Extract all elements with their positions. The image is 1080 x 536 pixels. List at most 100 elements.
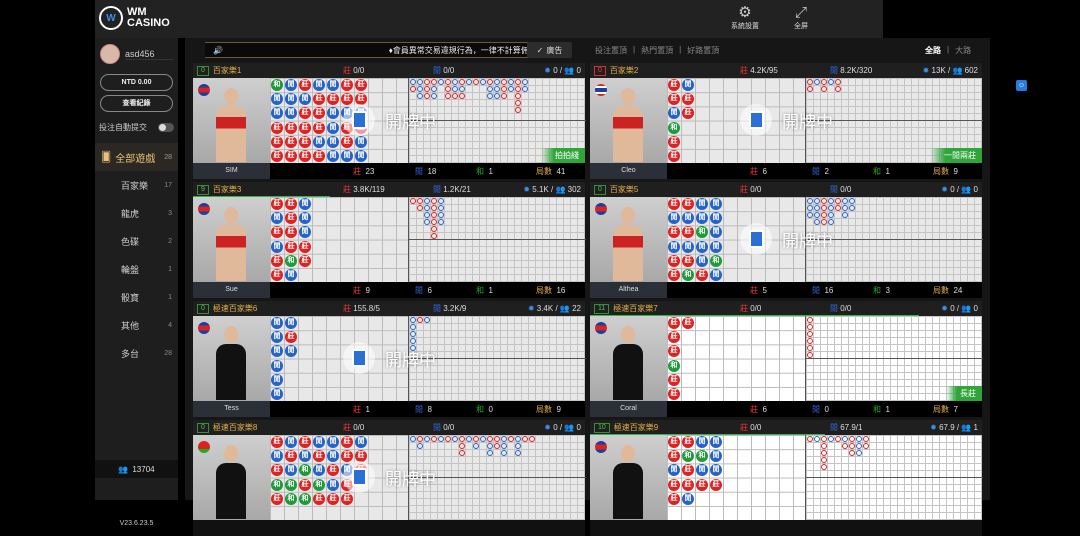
sidebar-item-all-games[interactable]: 🂠 全部遊戲 28 xyxy=(95,143,178,171)
table-counter: 0 xyxy=(197,303,209,314)
player-count: 1 xyxy=(973,423,978,432)
tie-count: 0 xyxy=(488,405,493,414)
filter-hot-top[interactable]: 熱門置頂 xyxy=(641,45,673,56)
sidebar-item[interactable]: 輪盤 1 xyxy=(95,255,178,283)
sidebar-item-count: 17 xyxy=(164,181,172,189)
game-table-card[interactable]: 9 百家樂3 莊 3.8K/119 閒 1.2K/21 ✹ 5.1K / 👥 3… xyxy=(193,182,586,298)
fullscreen-button[interactable]: ⤢ 全屏 xyxy=(781,5,821,31)
auto-submit-toggle[interactable] xyxy=(158,123,174,132)
bead-banker: 莊 xyxy=(668,317,680,329)
rounds-count: 9 xyxy=(953,167,958,176)
bead-player: 閒 xyxy=(696,254,708,267)
big-road-player xyxy=(813,78,820,85)
sidebar-item-count: 1 xyxy=(168,293,172,301)
dealing-text: 開牌中 xyxy=(385,469,436,489)
bead-player: 閒 xyxy=(696,198,708,210)
records-button[interactable]: 查看紀錄 xyxy=(100,95,173,112)
bead-banker: 莊 xyxy=(271,226,283,239)
game-table-card[interactable]: 0 百家樂5 莊 0/0 閒 0/0 ✹ 0 / 👥 0 莊閒莊閒莊莊莊閒莊閒莊… xyxy=(590,182,983,298)
table-name: 百家樂5 xyxy=(609,185,639,194)
bead-banker: 莊 xyxy=(682,478,694,491)
logo[interactable]: W WM CASINO xyxy=(99,6,170,30)
bead-banker: 莊 xyxy=(299,240,311,253)
dealing-overlay: 開牌中 xyxy=(343,461,436,493)
big-road-banker xyxy=(521,435,528,442)
bead-banker: 莊 xyxy=(668,254,680,267)
ad-button[interactable]: ✓ 廣告 xyxy=(527,42,572,58)
bead-player: 閒 xyxy=(271,359,283,372)
balance-button[interactable]: NTD 0.00 xyxy=(100,74,173,91)
table-footer: SIM 莊 23 閒 18 和 1 局數 41 xyxy=(193,163,585,179)
game-table-card[interactable]: 0 百家樂1 莊 0/0 閒 0/0 ✹ 0 / 👥 0 和閒閒莊莊莊閒閒閒莊莊… xyxy=(193,63,586,179)
chip-total: 0 xyxy=(553,423,558,432)
bead-player: 閒 xyxy=(710,226,722,239)
bead-banker: 莊 xyxy=(668,373,680,386)
big-road-player xyxy=(437,204,444,211)
sidebar-item[interactable]: 百家樂 17 xyxy=(95,171,178,199)
bead-player: 閒 xyxy=(271,317,283,329)
table-header: 0 極速百家樂6 莊 155.8/5 閒 3.2K/9 ✹ 3.4K / 👥 2… xyxy=(193,301,585,316)
gear-icon: ⚙ xyxy=(738,4,752,21)
big-road-player xyxy=(451,85,458,92)
bead-banker: 莊 xyxy=(299,254,311,267)
banker-label: 莊 xyxy=(750,167,758,176)
settings-button[interactable]: ⚙ 系統設置 xyxy=(725,5,765,31)
players-icon: 👥 xyxy=(961,185,972,194)
header: W WM CASINO ⚙ 系統設置 ⤢ 全屏 xyxy=(95,0,883,38)
game-table-card[interactable]: 0 極速百家樂6 莊 155.8/5 閒 3.2K/9 ✹ 3.4K / 👥 2… xyxy=(193,301,586,417)
bead-banker: 莊 xyxy=(313,107,325,120)
chip-icon: ✹ xyxy=(527,304,535,313)
big-road-player xyxy=(437,197,444,204)
big-road xyxy=(408,197,586,282)
app: W WM CASINO ⚙ 系統設置 ⤢ 全屏 asd456 NTD 0.00 查看紀… xyxy=(95,0,990,536)
big-road-player xyxy=(465,78,472,85)
bead-player: 閒 xyxy=(355,135,367,148)
players-icon: 👥 xyxy=(564,423,575,432)
big-road-player xyxy=(409,323,416,330)
filter-good-road-top[interactable]: 好路置頂 xyxy=(687,45,719,56)
bead-player: 閒 xyxy=(313,79,325,91)
sidebar-item[interactable]: 骰寶 1 xyxy=(95,283,178,311)
bead-banker: 莊 xyxy=(668,388,680,400)
player-wins: 0 xyxy=(824,405,829,414)
user-profile[interactable]: asd456 xyxy=(95,38,178,70)
rounds-count: 24 xyxy=(953,286,963,295)
bead-banker: 莊 xyxy=(299,135,311,148)
big-road-banker xyxy=(806,330,813,337)
customer-service-icon[interactable]: ☺ xyxy=(1016,80,1027,91)
tab-all-roads[interactable]: 全路 xyxy=(925,45,941,56)
table-footer: Althea 莊 5 閒 16 和 3 局數 24 xyxy=(590,282,982,298)
bead-player: 閒 xyxy=(682,212,694,225)
big-road-banker xyxy=(848,435,855,442)
settings-label: 系統設置 xyxy=(731,23,759,30)
bead-player: 閒 xyxy=(355,436,367,448)
bead-banker: 莊 xyxy=(271,198,283,210)
big-road-player xyxy=(423,218,430,225)
sidebar-item[interactable]: 色碟 2 xyxy=(95,227,178,255)
big-road-banker xyxy=(444,78,451,85)
table-header: 0 百家樂5 莊 0/0 閒 0/0 ✹ 0 / 👥 0 xyxy=(590,182,982,197)
game-table-card[interactable]: 0 極速百家樂8 莊 0/0 閒 0/0 ✹ 0 / 👥 0 莊閒莊和莊閒莊閒和… xyxy=(193,420,586,536)
rounds-label: 局數 xyxy=(536,286,552,295)
player-label: 閒 xyxy=(433,185,441,194)
sidebar-item[interactable]: 龍虎 3 xyxy=(95,199,178,227)
game-table-card[interactable]: 10 極速百家樂9 莊 0/0 閒 67.9/1 ✹ 67.9 / 👥 1 莊莊… xyxy=(590,420,983,536)
big-road-banker xyxy=(423,92,430,99)
big-road-player xyxy=(416,442,423,449)
game-table-card[interactable]: 11 極速百家樂7 莊 0/0 閒 0/0 ✹ 0 / 👥 0 莊莊莊和莊莊莊 … xyxy=(590,301,983,417)
sidebar-item[interactable]: 其他 4 xyxy=(95,311,178,339)
tab-big-road[interactable]: 大路 xyxy=(955,45,971,56)
filter-bet-top[interactable]: 投注置頂 xyxy=(595,45,627,56)
big-road-player xyxy=(451,435,458,442)
player-label: 閒 xyxy=(812,405,820,414)
big-road-banker xyxy=(500,85,507,92)
bead-banker: 莊 xyxy=(668,79,680,91)
big-road-player xyxy=(855,449,862,456)
sidebar-item[interactable]: 多台 28 xyxy=(95,339,178,367)
big-road-player xyxy=(827,204,834,211)
bead-player: 閒 xyxy=(327,121,339,134)
game-table-card[interactable]: 0 百家樂2 莊 4.2K/95 閒 8.2K/320 ✹ 13K / 👥 60… xyxy=(590,63,983,179)
bead-road: 莊莊莊和莊莊莊 xyxy=(667,316,805,401)
bead-player: 閒 xyxy=(313,464,325,477)
banker-label: 莊 xyxy=(750,405,758,414)
